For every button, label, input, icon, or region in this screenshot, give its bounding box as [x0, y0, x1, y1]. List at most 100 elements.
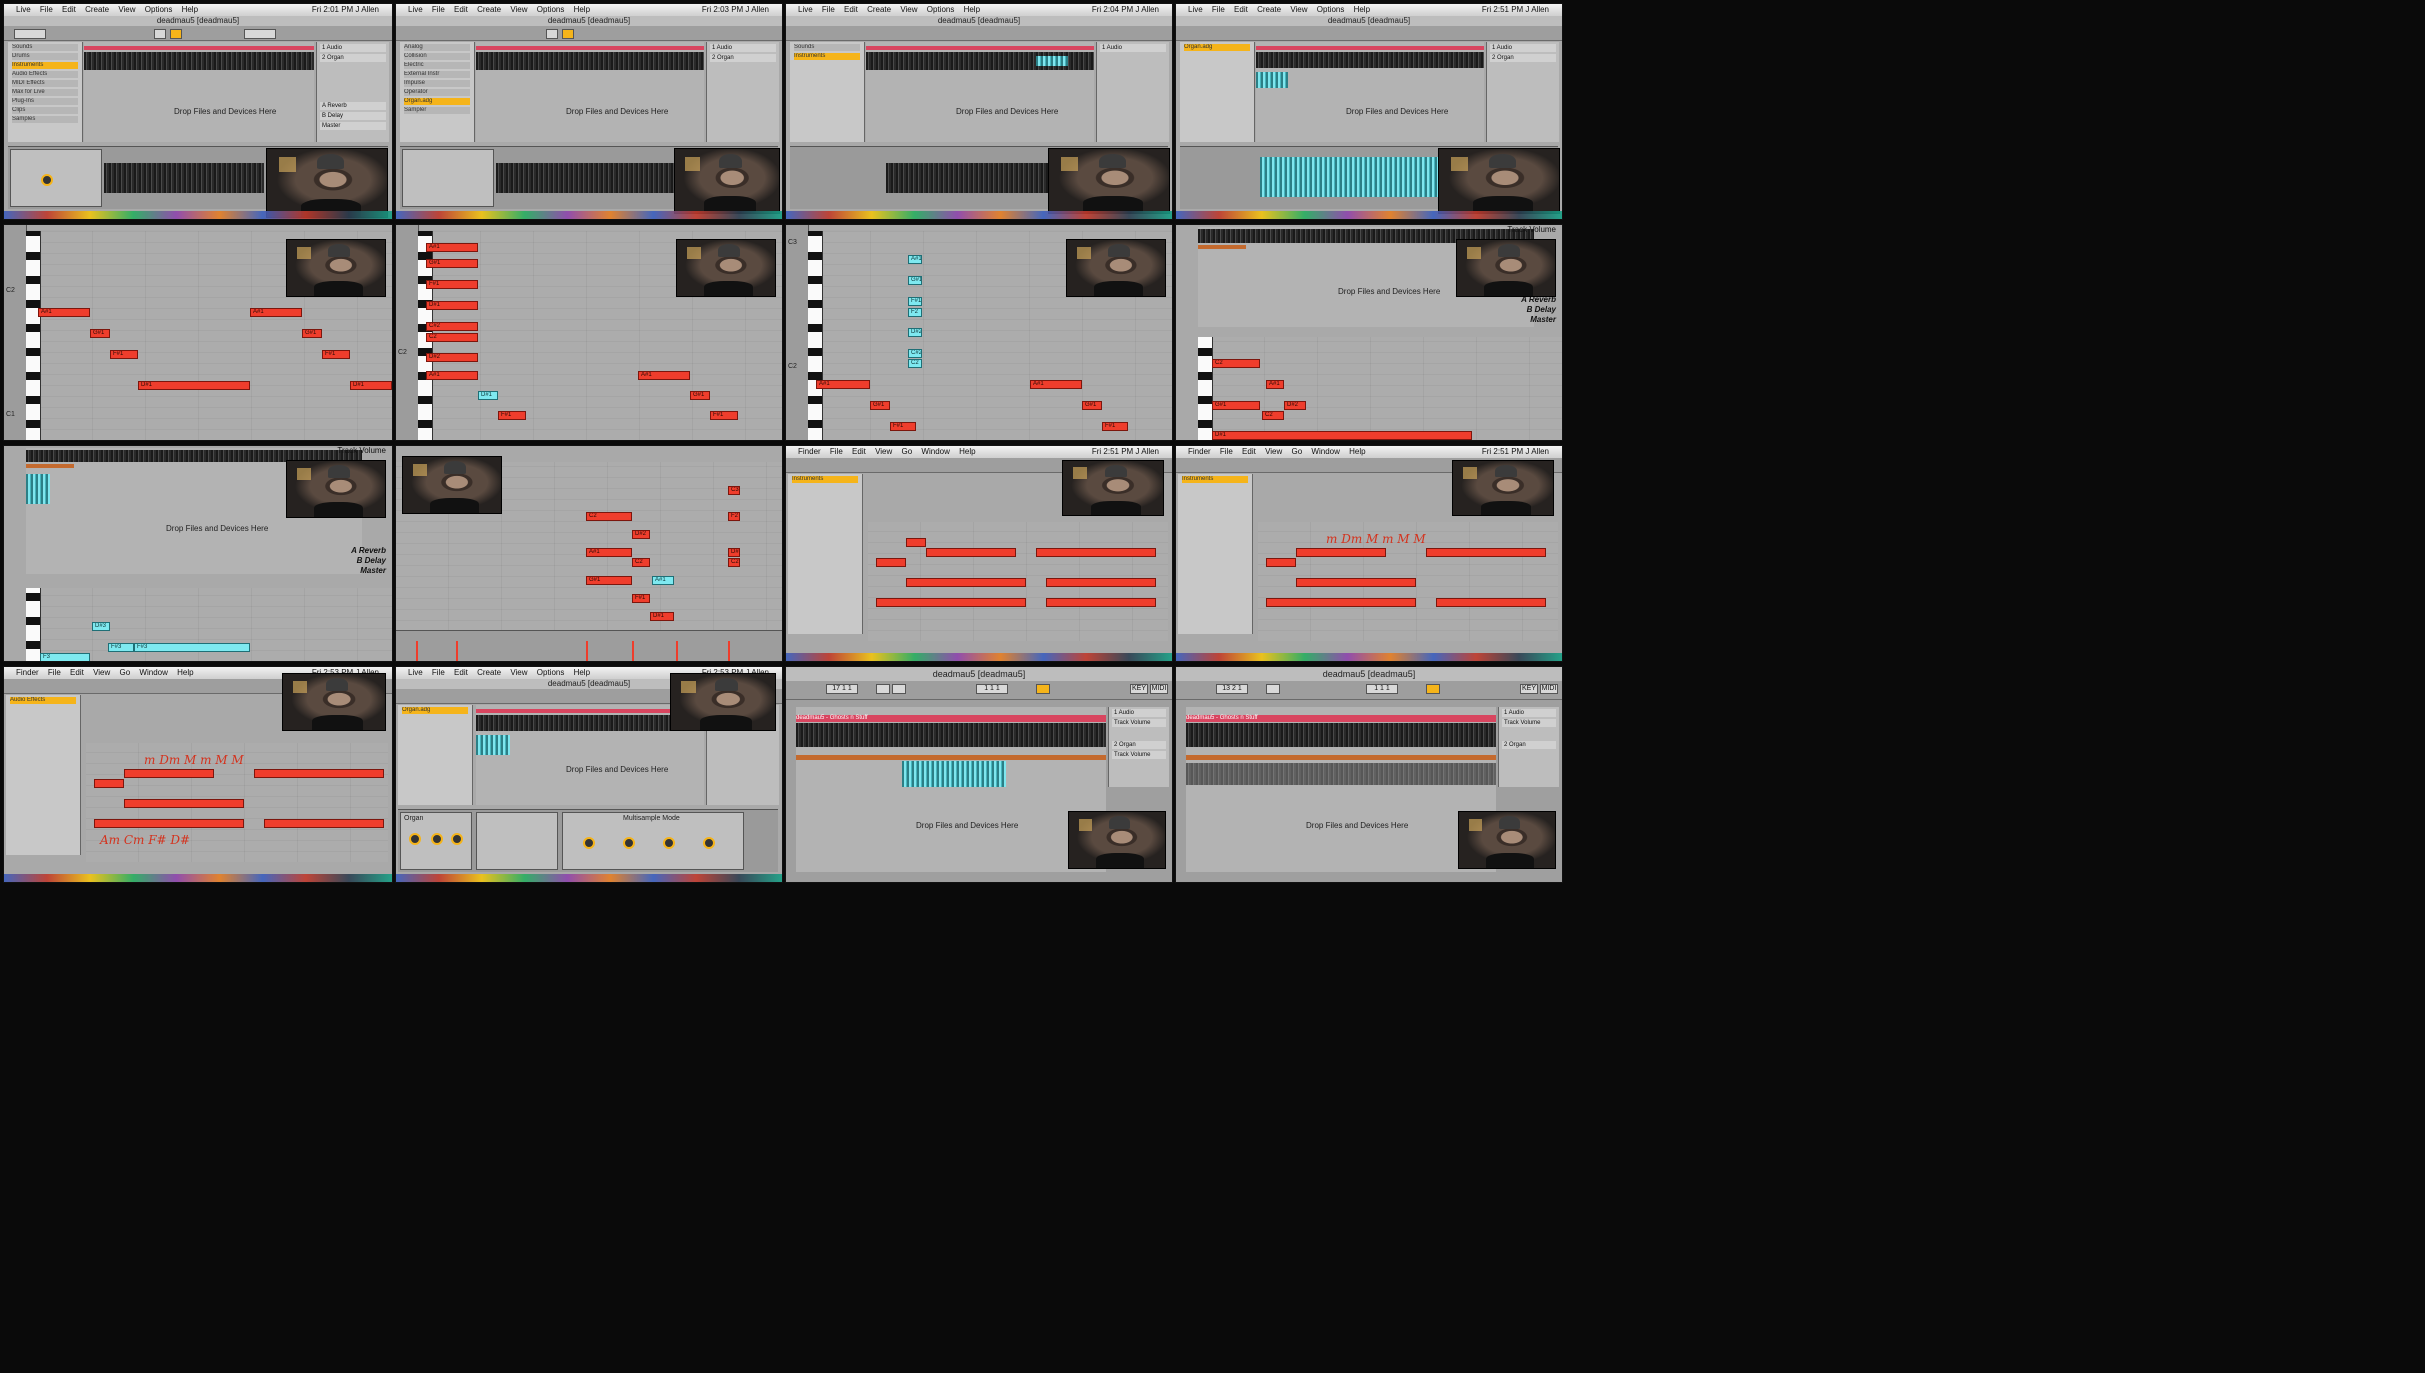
- midi-note[interactable]: F#1: [710, 411, 738, 420]
- menu-live[interactable]: Live: [798, 5, 813, 14]
- piano-roll-grid[interactable]: [1212, 337, 1562, 440]
- midi-clip-selected[interactable]: [902, 761, 1006, 787]
- menu-options[interactable]: Options: [145, 5, 173, 14]
- browser-item[interactable]: Instruments: [794, 53, 860, 60]
- audio-clip-header[interactable]: deadmau5 - Ghosts n Stuff: [1186, 715, 1496, 722]
- midi-note[interactable]: D#2: [1284, 401, 1306, 410]
- menu-finder[interactable]: Finder: [16, 668, 39, 677]
- midi-note[interactable]: F#1: [632, 594, 650, 603]
- menu-create[interactable]: Create: [1257, 5, 1281, 14]
- record-button[interactable]: [562, 29, 574, 39]
- midi-note[interactable]: D#2: [632, 530, 650, 539]
- midi-note[interactable]: D#1: [138, 381, 250, 390]
- browser-item[interactable]: Instruments: [12, 62, 78, 69]
- midi-note-selected[interactable]: F2: [908, 308, 922, 317]
- menu-edit[interactable]: Edit: [1234, 5, 1248, 14]
- velocity-marker[interactable]: [416, 641, 418, 661]
- return-track[interactable]: B Delay: [320, 112, 386, 120]
- menu-options[interactable]: Options: [537, 5, 565, 14]
- midi-note[interactable]: [1296, 548, 1386, 557]
- velocity-marker[interactable]: [676, 641, 678, 661]
- macro-knob[interactable]: [409, 833, 421, 845]
- midi-note[interactable]: F#1: [498, 411, 526, 420]
- key-map-button[interactable]: KEY: [1130, 684, 1148, 694]
- browser-file[interactable]: Organ.adg: [404, 98, 470, 105]
- midi-note[interactable]: [1046, 578, 1156, 587]
- position-field[interactable]: 1 1 1: [976, 684, 1008, 694]
- midi-note[interactable]: G#1: [690, 391, 710, 400]
- clip-box[interactable]: [10, 149, 102, 207]
- transpose-knob[interactable]: [41, 174, 53, 186]
- midi-clip-header[interactable]: [26, 464, 74, 468]
- track-name[interactable]: 1 Audio: [1502, 709, 1556, 717]
- midi-note[interactable]: [1266, 598, 1416, 607]
- midi-note[interactable]: A#1: [426, 243, 478, 252]
- audio-clip-header[interactable]: [866, 46, 1094, 50]
- track-name[interactable]: 1 Audio: [1112, 709, 1166, 717]
- sampler-device[interactable]: Multisample Mode: [562, 812, 744, 870]
- midi-note[interactable]: [926, 548, 1016, 557]
- midi-note[interactable]: [876, 598, 1026, 607]
- midi-note-selected[interactable]: F#3: [108, 643, 134, 652]
- midi-clip-header[interactable]: [796, 755, 1106, 760]
- menu-help[interactable]: Help: [182, 5, 198, 14]
- browser-item[interactable]: Audio Effects: [10, 697, 76, 704]
- midi-note[interactable]: D#2: [426, 353, 478, 362]
- midi-note[interactable]: C#2: [426, 322, 478, 331]
- browser-file[interactable]: Operator: [404, 89, 470, 96]
- midi-note[interactable]: D#1: [350, 381, 392, 390]
- browser-file[interactable]: External Instr: [404, 71, 470, 78]
- macro-knob[interactable]: [451, 833, 463, 845]
- midi-note-selected[interactable]: F3: [40, 653, 90, 661]
- midi-note[interactable]: [254, 769, 384, 778]
- midi-note[interactable]: A#1: [816, 380, 870, 389]
- menu-view[interactable]: View: [118, 5, 135, 14]
- menu-file[interactable]: File: [48, 668, 61, 677]
- midi-note[interactable]: C2: [1212, 359, 1260, 368]
- play-button[interactable]: [154, 29, 166, 39]
- browser-item[interactable]: Sounds: [12, 44, 78, 51]
- menu-edit[interactable]: Edit: [454, 668, 468, 677]
- position-field[interactable]: 1 1 1: [1366, 684, 1398, 694]
- menu-create[interactable]: Create: [85, 5, 109, 14]
- key-map-button[interactable]: KEY: [1520, 684, 1538, 694]
- midi-map-button[interactable]: MIDI: [1150, 684, 1168, 694]
- midi-note-selected[interactable]: C#2: [908, 349, 922, 358]
- piano-keys[interactable]: [26, 231, 41, 440]
- clip-box[interactable]: [402, 149, 494, 207]
- midi-note[interactable]: [94, 779, 124, 788]
- menu-view[interactable]: View: [900, 5, 917, 14]
- menu-edit[interactable]: Edit: [852, 447, 866, 456]
- menu-file[interactable]: File: [40, 5, 53, 14]
- master-track[interactable]: Master: [1530, 315, 1556, 324]
- midi-note-selected[interactable]: F#1: [908, 297, 922, 306]
- menu-finder[interactable]: Finder: [798, 447, 821, 456]
- return-track[interactable]: A Reverb: [320, 102, 386, 110]
- loop-button[interactable]: [1426, 684, 1440, 694]
- browser-item[interactable]: Sounds: [794, 44, 860, 51]
- midi-note[interactable]: [94, 819, 244, 828]
- midi-note[interactable]: [124, 769, 214, 778]
- menu-file[interactable]: File: [1220, 447, 1233, 456]
- master-track[interactable]: Master: [360, 566, 386, 575]
- midi-note[interactable]: [906, 578, 1026, 587]
- midi-note[interactable]: [876, 558, 906, 567]
- midi-note-selected[interactable]: A#1: [652, 576, 674, 585]
- menu-view[interactable]: View: [510, 668, 527, 677]
- menu-edit[interactable]: Edit: [1242, 447, 1256, 456]
- midi-note[interactable]: G#1: [302, 329, 322, 338]
- track-volume[interactable]: Track Volume: [1112, 719, 1166, 727]
- menu-file[interactable]: File: [432, 668, 445, 677]
- tempo-field[interactable]: [14, 29, 46, 39]
- midi-note-selected[interactable]: D#3: [92, 622, 110, 631]
- menu-help[interactable]: Help: [574, 668, 590, 677]
- macro-knob[interactable]: [431, 833, 443, 845]
- midi-note[interactable]: F#1: [426, 280, 478, 289]
- browser-file[interactable]: Electric: [404, 62, 470, 69]
- midi-note[interactable]: A#1: [586, 548, 632, 557]
- browser-file[interactable]: Collision: [404, 53, 470, 60]
- track-name[interactable]: 2 Organ: [320, 54, 386, 62]
- menu-edit[interactable]: Edit: [844, 5, 858, 14]
- midi-note-selected[interactable]: A#1: [908, 255, 922, 264]
- midi-note-selected[interactable]: D#2: [908, 328, 922, 337]
